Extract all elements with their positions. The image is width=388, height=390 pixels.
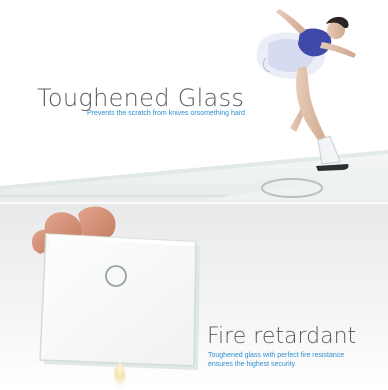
- product-feature-page: Toughened Glass Prevents the scratch fro…: [0, 0, 388, 390]
- fire-retardant-title: Fire retardant: [207, 324, 357, 349]
- fire-retardant-panel: Fire retardant Toughened glass with perf…: [0, 204, 388, 390]
- fire-retardant-subtitle-line1: Toughened glass with perfect fire resist…: [208, 352, 345, 359]
- fire-retardant-subtitle: Toughened glass with perfect fire resist…: [208, 351, 383, 369]
- fire-retardant-subtitle-line2: ensures the highest security: [208, 361, 296, 368]
- glass-switch-plate: [39, 233, 200, 370]
- toughened-glass-panel: Toughened Glass Prevents the scratch fro…: [0, 0, 388, 200]
- toughened-glass-subtitle: Prevents the scratch from knives orsomet…: [87, 110, 245, 117]
- ice-skater: [256, 9, 356, 171]
- toughened-glass-title: Toughened Glass: [37, 84, 245, 112]
